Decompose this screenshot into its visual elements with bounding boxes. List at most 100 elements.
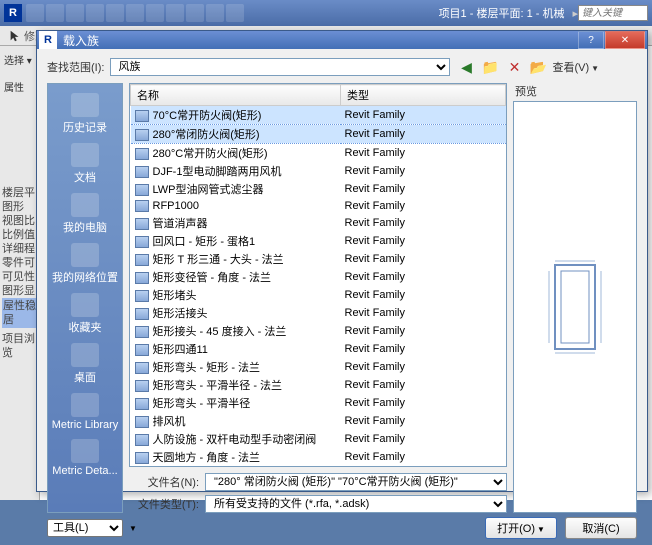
qat-redo-icon[interactable] [86, 4, 104, 22]
up-folder-icon[interactable]: 📁 [480, 57, 500, 77]
file-name: 矩形接头 - 45 度接入 - 法兰 [153, 326, 287, 338]
rfa-file-icon [135, 254, 149, 266]
app-title-bar: R 项目1 - 楼层平面: 1 - 机械 ▸ [0, 0, 652, 26]
place-5[interactable]: 桌面 [50, 340, 120, 388]
file-name: 矩形活接头 [153, 308, 208, 320]
rfa-file-icon [135, 218, 149, 230]
file-row[interactable]: 矩形弯头 - 矩形 - 法兰Revit Family [131, 358, 506, 376]
place-icon [71, 93, 99, 117]
file-row[interactable]: DJF-1型电动脚踏两用风机Revit Family [131, 162, 506, 180]
rfa-file-icon [135, 200, 149, 212]
file-row[interactable]: 矩形堵头 Revit Family [131, 286, 506, 304]
rfa-file-icon [135, 148, 149, 160]
qat-measure-icon[interactable] [126, 4, 144, 22]
rfa-file-icon [135, 308, 149, 320]
rfa-file-icon [135, 344, 149, 356]
keyword-search-input[interactable] [578, 5, 648, 21]
file-name: 矩形四通11 [153, 344, 208, 356]
file-row[interactable]: 70°C常开防火阀(矩形)Revit Family [131, 106, 506, 125]
col-name[interactable]: 名称 [131, 85, 341, 106]
file-name: 矩形弯头 - 平滑半径 - 法兰 [153, 380, 283, 392]
file-row[interactable]: RFP1000Revit Family [131, 198, 506, 214]
file-row[interactable]: 矩形接头 - 45 度接入 - 法兰 Revit Family [131, 322, 506, 340]
file-name: 矩形变径管 - 角度 - 法兰 [153, 272, 272, 284]
dialog-title-bar[interactable]: R 载入族 ? ✕ [37, 31, 647, 49]
place-6[interactable]: Metric Library [50, 390, 120, 434]
file-type: Revit Family [341, 322, 506, 340]
location-select[interactable]: 风族 [110, 58, 450, 76]
file-type: Revit Family [341, 358, 506, 376]
open-button[interactable]: 打开(O)▼ [485, 517, 557, 539]
place-3[interactable]: 我的网络位置 [50, 240, 120, 288]
tools-select[interactable]: 工具(L) [47, 519, 123, 537]
file-row[interactable]: 矩形活接头Revit Family [131, 304, 506, 322]
qat-section-icon[interactable] [206, 4, 224, 22]
rfa-file-icon [135, 184, 149, 196]
qat-3d-icon[interactable] [186, 4, 204, 22]
file-list[interactable]: 名称 类型 70°C常开防火阀(矩形)Revit Family280°常闭防火阀… [130, 84, 506, 466]
rfa-file-icon [135, 272, 149, 284]
file-row[interactable]: 矩形四通11Revit Family [131, 340, 506, 358]
file-row[interactable]: 管道消声器Revit Family [131, 214, 506, 232]
left-panel: 选择 ▾ 属性 楼层平 图形 视图比 比例值 详细程 零件可 可见性 图形显 屋… [0, 46, 40, 500]
file-name: 矩形堵头 [153, 290, 197, 302]
place-4[interactable]: 收藏夹 [50, 290, 120, 338]
place-2[interactable]: 我的电脑 [50, 190, 120, 238]
back-icon[interactable]: ◀ [456, 57, 476, 77]
file-type-select[interactable]: 所有受支持的文件 (*.rfa, *.adsk) [205, 495, 507, 513]
file-row[interactable]: 280°C常开防火阀(矩形)Revit Family [131, 144, 506, 163]
file-row[interactable]: 排风机Revit Family [131, 412, 506, 430]
place-icon [71, 439, 99, 463]
place-0[interactable]: 历史记录 [50, 90, 120, 138]
side-detail: 详细程 [2, 242, 37, 256]
file-row[interactable]: 280°常闭防火阀(矩形)Revit Family [131, 125, 506, 144]
file-row[interactable]: 矩形弯头 - 平滑半径 - 法兰 Revit Family [131, 376, 506, 394]
qat-more-icon[interactable] [226, 4, 244, 22]
place-icon [71, 243, 99, 267]
preview-label: 预览 [513, 83, 637, 99]
project-title: 项目1 - 楼层平面: 1 - 机械 [431, 5, 573, 21]
qat-open-icon[interactable] [26, 4, 44, 22]
side-floor: 楼层平 [2, 186, 37, 200]
file-type: Revit Family [341, 376, 506, 394]
file-row[interactable]: 天圆地方 - 角度 - 法兰Revit Family [131, 448, 506, 466]
place-1[interactable]: 文档 [50, 140, 120, 188]
place-label: Metric Library [52, 419, 119, 431]
new-folder-icon[interactable]: 📂 [528, 57, 548, 77]
file-name: 天圆地方 - 角度 - 法兰 [153, 452, 261, 464]
revit-logo: R [4, 4, 22, 22]
side-props-help[interactable]: 屋性稳居 [2, 298, 37, 328]
file-name: 280°常闭防火阀(矩形) [153, 129, 260, 141]
side-parts: 零件可 [2, 256, 37, 270]
file-row[interactable]: 回风口 - 矩形 - 蛋格1Revit Family [131, 232, 506, 250]
close-window-button[interactable]: ✕ [605, 31, 645, 49]
place-icon [71, 393, 99, 417]
help-window-button[interactable]: ? [578, 31, 604, 49]
file-name: 回风口 - 矩形 - 蛋格1 [153, 236, 256, 248]
file-type: Revit Family [341, 412, 506, 430]
cancel-button[interactable]: 取消(C) [565, 517, 637, 539]
qat-save-icon[interactable] [46, 4, 64, 22]
place-label: 历史记录 [63, 119, 107, 135]
place-label: 收藏夹 [69, 319, 102, 335]
file-row[interactable]: LWP型油网管式滤尘器Revit Family [131, 180, 506, 198]
select-label[interactable]: 选择 ▾ [2, 50, 37, 69]
col-type[interactable]: 类型 [341, 85, 506, 106]
qat-undo-icon[interactable] [66, 4, 84, 22]
qat-dim-icon[interactable] [146, 4, 164, 22]
file-row[interactable]: 矩形变径管 - 角度 - 法兰Revit Family [131, 268, 506, 286]
qat-text-icon[interactable] [166, 4, 184, 22]
file-row[interactable]: 矩形弯头 - 平滑半径Revit Family [131, 394, 506, 412]
delete-icon[interactable]: ✕ [504, 57, 524, 77]
qat-print-icon[interactable] [106, 4, 124, 22]
side-viewr: 视图比 [2, 214, 37, 228]
file-row[interactable]: 矩形 T 形三通 - 大头 - 法兰Revit Family [131, 250, 506, 268]
view-label[interactable]: 查看(V)▼ [552, 59, 599, 75]
place-7[interactable]: Metric Deta... [50, 436, 120, 480]
select-arrow-icon[interactable] [6, 27, 24, 45]
file-type: Revit Family [341, 430, 506, 448]
file-name: 70°C常开防火阀(矩形) [153, 110, 262, 122]
file-row[interactable]: 人防设施 - 双杆电动型手动密闭阀Revit Family [131, 430, 506, 448]
file-type: Revit Family [341, 286, 506, 304]
file-name-input[interactable]: "280° 常闭防火阀 (矩形)" "70°C常开防火阀 (矩形)" [205, 473, 507, 491]
